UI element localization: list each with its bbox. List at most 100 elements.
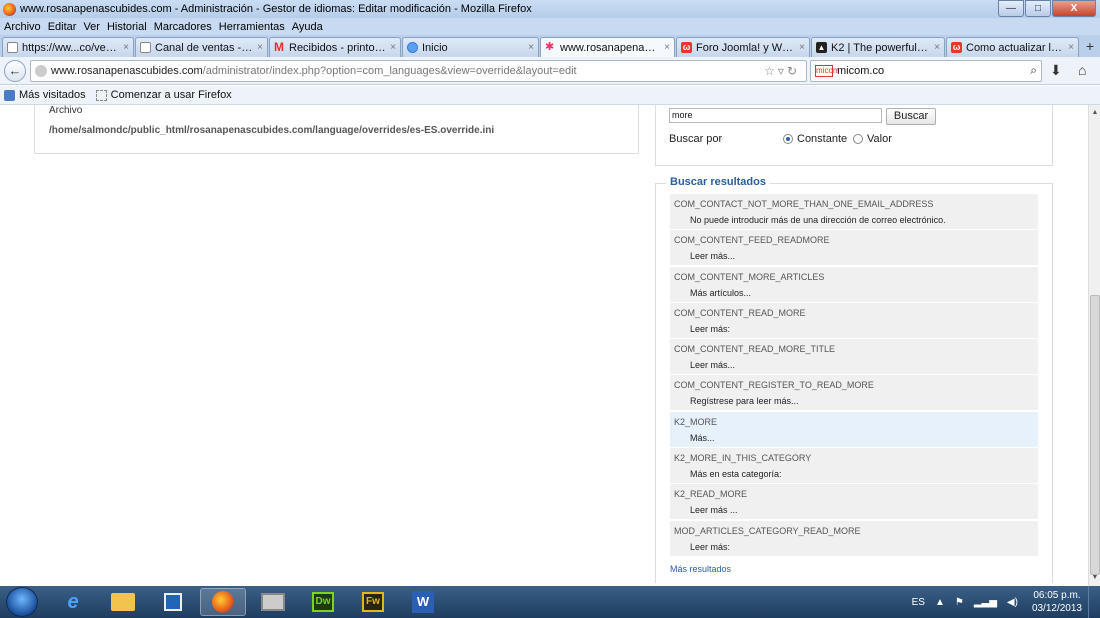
more-results-link[interactable]: Más resultados (670, 564, 731, 574)
bookmark-comenzar-firefox[interactable]: Comenzar a usar Firefox (95, 89, 232, 101)
action-center-flag-icon[interactable]: ⚑ (955, 597, 964, 608)
result-item[interactable]: COM_CONTENT_REGISTER_TO_READ_MORE Regístr… (670, 375, 1038, 411)
tab-k2[interactable]: ▲ K2 | The powerful con... × (811, 37, 945, 57)
gmail-icon: M (274, 40, 284, 54)
radio-label: Constante (797, 133, 848, 145)
scroll-down-icon[interactable]: ▼ (1089, 572, 1100, 584)
url-host: www.rosanapenascubides.com (51, 65, 203, 77)
internet-explorer-icon[interactable]: e (50, 588, 96, 616)
clock-time: 06:05 p.m. (1033, 590, 1081, 601)
bookmark-star-icon[interactable]: ☆ (764, 64, 778, 78)
bookmark-mas-visitados[interactable]: Más visitados (4, 89, 86, 101)
show-hidden-icons-icon[interactable]: ▲ (935, 597, 945, 608)
fireworks-icon[interactable]: Fw (350, 588, 396, 616)
close-tab-icon[interactable]: × (664, 42, 670, 53)
search-text: micom.co (837, 65, 885, 77)
tab-como-actualizar[interactable]: ω Como actualizar los a... × (946, 37, 1079, 57)
media-player-icon[interactable] (150, 588, 196, 616)
result-value: Más en esta categoría: (690, 469, 782, 480)
tab-label: Como actualizar los a... (966, 41, 1064, 54)
tab-canal-ventas[interactable]: Canal de ventas - Mo... × (135, 37, 268, 57)
radio-constante[interactable]: Constante (783, 133, 847, 145)
search-engine-icon[interactable]: micom (815, 65, 840, 77)
close-tab-icon[interactable]: × (390, 42, 396, 53)
close-tab-icon[interactable]: × (123, 42, 129, 53)
screen-capture-icon[interactable] (250, 588, 296, 616)
tab-inicio[interactable]: Inicio × (402, 37, 539, 57)
result-item[interactable]: COM_CONTENT_MORE_ARTICLES Más artículos..… (670, 266, 1038, 302)
page-icon (95, 89, 107, 101)
close-tab-icon[interactable]: × (799, 42, 805, 53)
tab-foro-joomla[interactable]: ω Foro Joomla! y Word... × (676, 37, 810, 57)
page-scrollbar[interactable]: ▲ ▼ (1088, 105, 1100, 586)
close-tab-icon[interactable]: × (934, 42, 940, 53)
clock-date: 03/12/2013 (1031, 603, 1082, 614)
scroll-up-icon[interactable]: ▲ (1089, 107, 1100, 119)
menu-marcadores[interactable]: Marcadores (154, 21, 212, 33)
result-item[interactable]: K2_MORE_IN_THIS_CATEGORY Más en esta cate… (670, 448, 1038, 484)
bookmark-folder-icon (4, 89, 15, 101)
result-item[interactable]: COM_CONTENT_READ_MORE_TITLE Leer más... (670, 339, 1038, 375)
menu-ayuda[interactable]: Ayuda (292, 21, 323, 33)
back-button[interactable]: ← (4, 59, 26, 82)
menu-editar[interactable]: Editar (48, 21, 77, 33)
url-text: www.rosanapenascubides.com/administrator… (51, 65, 577, 77)
url-bar[interactable]: www.rosanapenascubides.com/administrator… (30, 60, 807, 82)
scrollbar-thumb[interactable] (1090, 295, 1100, 575)
search-input[interactable]: more (669, 108, 882, 123)
close-window-button[interactable]: X (1052, 0, 1096, 17)
new-tab-button[interactable]: + (1080, 37, 1100, 57)
navigation-bar: ← www.rosanapenascubides.com/administrat… (0, 57, 1100, 85)
start-button[interactable] (6, 587, 38, 617)
result-item[interactable]: COM_CONTENT_READ_MORE Leer más: (670, 302, 1038, 338)
tab-ventas[interactable]: https://ww...co/ventas/ × (2, 37, 134, 57)
volume-icon[interactable]: ◀) (1007, 597, 1018, 608)
window-controls: — □ X (997, 0, 1096, 17)
network-signal-icon[interactable]: ▂▃▅ (974, 597, 997, 608)
home-icon[interactable]: ⌂ (1078, 62, 1086, 78)
search-button[interactable]: Buscar (886, 108, 936, 125)
menu-historial[interactable]: Historial (107, 21, 147, 33)
close-tab-icon[interactable]: × (528, 42, 534, 53)
downloads-icon[interactable]: ⬇ (1050, 62, 1062, 79)
result-key: COM_CONTACT_NOT_MORE_THAN_ONE_EMAIL_ADDR… (674, 199, 934, 209)
show-desktop-button[interactable] (1088, 586, 1100, 618)
minimize-button[interactable]: — (998, 0, 1024, 17)
close-tab-icon[interactable]: × (257, 42, 263, 53)
close-tab-icon[interactable]: × (1068, 42, 1074, 53)
result-item[interactable]: COM_CONTENT_FEED_READMORE Leer más... (670, 230, 1038, 266)
history-dropdown-icon[interactable]: ▿ (778, 64, 787, 78)
magnifier-icon[interactable]: ⌕ (1030, 63, 1037, 78)
dreamweaver-icon[interactable]: Dw (300, 588, 346, 616)
result-item[interactable]: K2_READ_MORE Leer más ... (670, 484, 1038, 520)
play-icon (164, 593, 182, 611)
menu-archivo[interactable]: Archivo (4, 21, 41, 33)
result-key: COM_CONTENT_REGISTER_TO_READ_MORE (674, 380, 874, 391)
tab-gmail[interactable]: M Recibidos - printopub... × (269, 37, 401, 57)
search-bar[interactable]: micom micom.co ⌕ (810, 60, 1042, 82)
result-item[interactable]: MOD_ARTICLES_CATEGORY_READ_MORE Leer más: (670, 520, 1038, 556)
reload-icon[interactable]: ↻ (787, 64, 800, 78)
menu-herramientas[interactable]: Herramientas (219, 21, 285, 33)
firefox-taskbar-icon[interactable] (200, 588, 246, 616)
tab-rosanapenascubides[interactable]: ✱ www.rosanapenascu... × (540, 37, 675, 57)
radio-unselected-icon[interactable] (853, 134, 863, 144)
maximize-button[interactable]: □ (1025, 0, 1051, 17)
site-identity-icon[interactable] (35, 65, 47, 77)
result-key: COM_CONTENT_MORE_ARTICLES (674, 271, 825, 282)
result-key: COM_CONTENT_READ_MORE (674, 307, 806, 318)
results-fieldset: Buscar resultados COM_CONTACT_NOT_MORE_T… (655, 176, 1053, 583)
folder-icon (111, 593, 135, 611)
radio-selected-icon[interactable] (783, 134, 793, 144)
word-icon[interactable]: W (400, 588, 446, 616)
radio-valor[interactable]: Valor (853, 133, 892, 145)
menu-ver[interactable]: Ver (83, 21, 100, 33)
result-item[interactable]: COM_CONTACT_NOT_MORE_THAN_ONE_EMAIL_ADDR… (670, 194, 1038, 229)
tab-label: Recibidos - printopub... (289, 41, 386, 54)
clock[interactable]: 06:05 p.m. 03/12/2013 (1032, 589, 1082, 615)
w-icon: ω (681, 42, 692, 53)
language-indicator[interactable]: ES (912, 597, 925, 608)
result-value: Más artículos... (690, 287, 752, 298)
file-explorer-icon[interactable] (100, 588, 146, 616)
result-item-highlighted[interactable]: K2_MORE Más... (670, 411, 1038, 447)
